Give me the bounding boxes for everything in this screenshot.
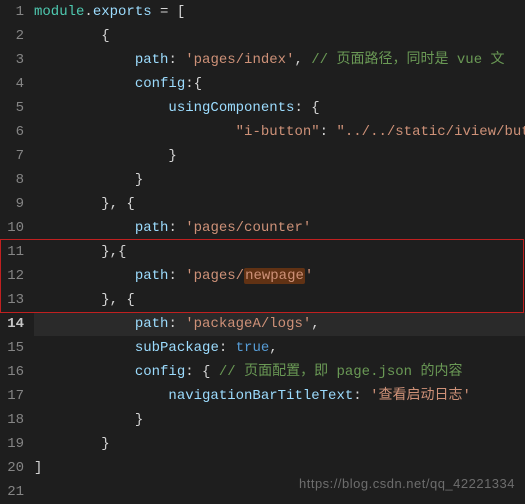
code-editor[interactable]: 123456789101112131415161718192021 module… xyxy=(0,0,525,502)
token: path xyxy=(135,220,169,236)
line-number: 16 xyxy=(6,360,24,384)
token: // 页面路径，同时是 vue 文 xyxy=(311,52,504,68)
line-number: 17 xyxy=(6,384,24,408)
line-number: 8 xyxy=(6,168,24,192)
line-number: 11 xyxy=(6,240,24,264)
token: : { xyxy=(185,364,219,380)
token: ] xyxy=(34,460,42,476)
line-number: 7 xyxy=(6,144,24,168)
token: }, { xyxy=(101,292,135,308)
token: } xyxy=(135,412,143,428)
code-line[interactable]: usingComponents: { xyxy=(34,96,525,120)
token: : xyxy=(353,388,370,404)
token: }, { xyxy=(101,196,135,212)
token: , xyxy=(311,316,319,332)
code-line[interactable]: config: { // 页面配置，即 page.json 的内容 xyxy=(34,360,525,384)
code-line[interactable]: path: 'pages/index', // 页面路径，同时是 vue 文 xyxy=(34,48,525,72)
token: 'packageA/logs' xyxy=(185,316,311,332)
line-number: 9 xyxy=(6,192,24,216)
line-number: 20 xyxy=(6,456,24,480)
line-number: 21 xyxy=(6,480,24,504)
token: ' xyxy=(305,268,313,284)
code-line[interactable]: navigationBarTitleText: '查看启动日志' xyxy=(34,384,525,408)
line-number-gutter: 123456789101112131415161718192021 xyxy=(0,0,34,502)
code-line[interactable]: } xyxy=(34,432,525,456)
code-line[interactable]: config:{ xyxy=(34,72,525,96)
token: '查看启动日志' xyxy=(370,388,471,404)
code-line[interactable]: module.exports = [ xyxy=(34,0,525,24)
code-line[interactable]: path: 'pages/counter' xyxy=(34,216,525,240)
code-line[interactable]: { xyxy=(34,24,525,48)
token: 'pages/counter' xyxy=(185,220,311,236)
watermark-text: https://blog.csdn.net/qq_42221334 xyxy=(299,472,515,496)
line-number: 3 xyxy=(6,48,24,72)
code-line[interactable]: }, { xyxy=(34,192,525,216)
line-number: 1 xyxy=(6,0,24,24)
token: . xyxy=(84,4,92,20)
code-line[interactable]: path: 'packageA/logs', xyxy=(34,312,525,336)
code-line[interactable]: path: 'pages/newpage' xyxy=(34,264,525,288)
token: = [ xyxy=(152,4,186,20)
token: "i-button" xyxy=(236,124,320,140)
line-number: 4 xyxy=(6,72,24,96)
line-number: 14 xyxy=(6,312,24,336)
token: : xyxy=(168,52,185,68)
token: config xyxy=(135,76,185,92)
token: },{ xyxy=(101,244,126,260)
token: , xyxy=(294,52,311,68)
token: "../../static/iview/butto xyxy=(336,124,525,140)
code-line[interactable]: }, { xyxy=(34,288,525,312)
token: : xyxy=(168,316,185,332)
token: module xyxy=(34,4,84,20)
token: 'pages/index' xyxy=(185,52,294,68)
token: :{ xyxy=(185,76,202,92)
code-area[interactable]: module.exports = [ { path: 'pages/index'… xyxy=(34,0,525,502)
code-line[interactable]: },{ xyxy=(34,240,525,264)
token: : xyxy=(168,220,185,236)
token: , xyxy=(269,340,277,356)
token: config xyxy=(135,364,185,380)
code-line[interactable]: "i-button": "../../static/iview/butto xyxy=(34,120,525,144)
token: exports xyxy=(93,4,152,20)
token: usingComponents xyxy=(168,100,294,116)
token: : xyxy=(219,340,236,356)
code-line[interactable]: subPackage: true, xyxy=(34,336,525,360)
token: } xyxy=(135,172,143,188)
line-number: 18 xyxy=(6,408,24,432)
line-number: 13 xyxy=(6,288,24,312)
token: // 页面配置，即 page.json 的内容 xyxy=(219,364,463,380)
line-number: 12 xyxy=(6,264,24,288)
line-number: 10 xyxy=(6,216,24,240)
line-number: 19 xyxy=(6,432,24,456)
token: subPackage xyxy=(135,340,219,356)
code-line[interactable]: } xyxy=(34,168,525,192)
line-number: 15 xyxy=(6,336,24,360)
token: } xyxy=(168,148,176,164)
line-number: 2 xyxy=(6,24,24,48)
token: 'pages/ xyxy=(185,268,244,284)
line-number: 6 xyxy=(6,120,24,144)
line-number: 5 xyxy=(6,96,24,120)
code-line[interactable]: } xyxy=(34,144,525,168)
token: true xyxy=(236,340,270,356)
token: { xyxy=(101,28,109,44)
search-highlight: newpage xyxy=(244,268,305,284)
token: : xyxy=(168,268,185,284)
code-line[interactable]: } xyxy=(34,408,525,432)
token: path xyxy=(135,52,169,68)
token: path xyxy=(135,316,169,332)
token: } xyxy=(101,436,109,452)
token: path xyxy=(135,268,169,284)
token: : xyxy=(320,124,337,140)
token: navigationBarTitleText xyxy=(168,388,353,404)
token: : { xyxy=(294,100,319,116)
